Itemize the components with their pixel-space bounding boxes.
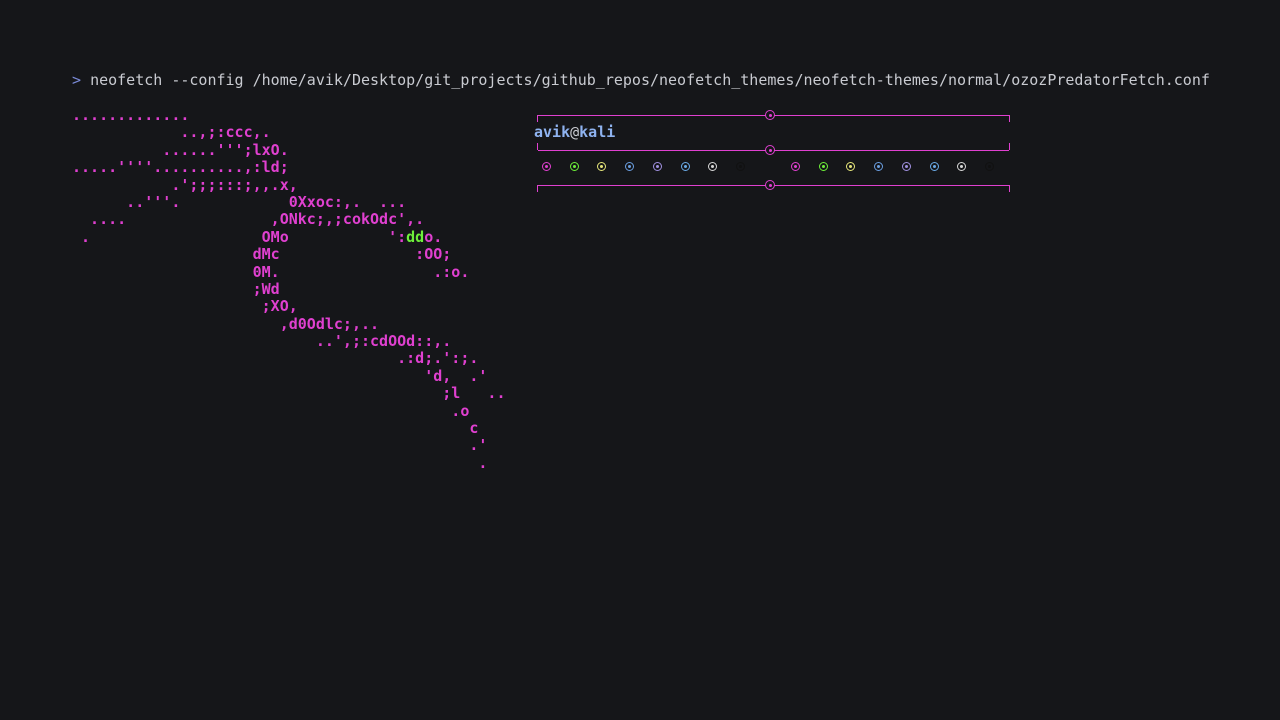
ascii-art-line: .....''''..........,:ld;: [72, 158, 289, 177]
prompt-symbol: >: [72, 71, 82, 89]
ascii-art-line: ..,;:ccc,.: [72, 123, 271, 142]
border-knob-icon: [765, 180, 775, 190]
at-sign: @: [570, 123, 580, 141]
ascii-art-line: ;XO,: [72, 297, 298, 316]
middle-border: [537, 143, 1010, 155]
ascii-art-line: .': [72, 436, 488, 455]
color-swatch-icon: [791, 162, 800, 171]
ascii-art-line: 0M. .:o.: [72, 262, 470, 281]
ascii-art-line: 'd, .': [72, 366, 488, 385]
hostname: kali: [579, 123, 616, 141]
ascii-art-line: ......''';lxO.: [72, 140, 289, 159]
border-knob-icon: [765, 145, 775, 155]
ascii-art-line: ..'''. 0Xxoc:,. ...: [72, 192, 407, 211]
command-text: neofetch --config /home/avik/Desktop/git…: [90, 71, 1210, 89]
color-swatch-icon: [569, 162, 579, 171]
command-line: > neofetch --config /home/avik/Desktop/g…: [72, 71, 1212, 89]
color-swatch-icon: [901, 162, 911, 171]
color-swatch-icon: [957, 162, 967, 171]
color-swatch-icon: [652, 162, 662, 171]
ascii-art-line: ;Wd: [72, 279, 280, 298]
color-swatch-icon: [818, 162, 828, 171]
color-swatch-icon: [708, 162, 718, 171]
ascii-art-line: ;l ..: [72, 384, 506, 403]
username: avik: [534, 123, 571, 141]
ascii-logo: ............. ..,;:ccc,. ......''';lxO..…: [72, 106, 506, 472]
color-swatch-icon: [625, 162, 635, 171]
color-swatch-icon: [929, 162, 939, 171]
color-swatch-icon: [846, 162, 856, 171]
ascii-art-line: ,d0Odlc;,..: [72, 314, 380, 333]
bottom-border: [537, 180, 1010, 192]
ascii-art-line: ..',;:cdOOd::,.: [72, 332, 452, 351]
color-swatch-icon: [984, 162, 994, 171]
ascii-art-line: .: [72, 453, 488, 472]
color-swatch-icon: [735, 162, 745, 171]
color-swatch-icon: [680, 162, 690, 171]
color-swatch-icon: [597, 162, 607, 171]
ascii-art-line: dMc :OO;: [72, 245, 452, 264]
color-palette: [542, 162, 1012, 174]
color-swatch-icon: [542, 162, 551, 171]
color-swatch-icon: [874, 162, 884, 171]
ascii-art-line: .';;;:::;,,.x,: [72, 175, 298, 194]
ascii-art-line: .............: [72, 106, 190, 124]
border-knob-icon: [765, 110, 775, 120]
ascii-art-line: .o: [72, 401, 470, 420]
ascii-art-line: c: [72, 419, 479, 438]
ascii-art-line: .... ,ONkc;,;cokOdc',.: [72, 210, 425, 229]
top-border: [537, 110, 1010, 122]
system-info-panel: avik@kali: [534, 110, 1014, 200]
terminal-window[interactable]: > neofetch --config /home/avik/Desktop/g…: [0, 0, 1280, 720]
ascii-art-line: . OMo ':ddo.: [72, 227, 443, 246]
ascii-art-line: .:d;.':;.: [72, 349, 479, 368]
user-host-label: avik@kali: [534, 123, 616, 141]
